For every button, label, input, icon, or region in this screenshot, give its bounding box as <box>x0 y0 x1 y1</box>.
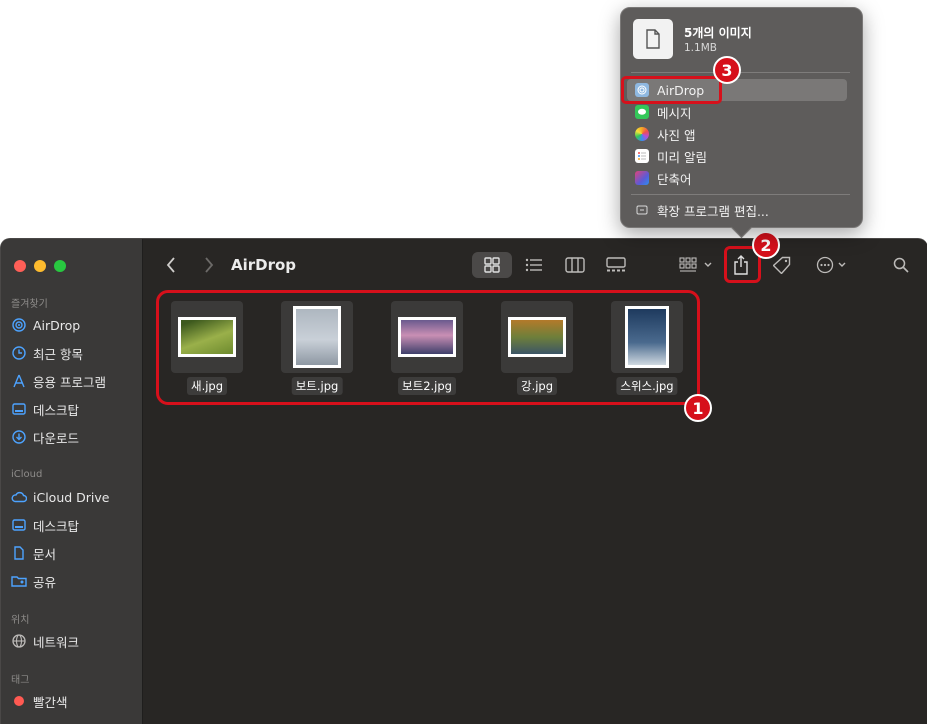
gallery-view-button[interactable] <box>605 254 627 276</box>
sidebar-item-label: iCloud Drive <box>33 489 110 505</box>
sidebar-item-applications[interactable]: 응용 프로그램 <box>11 370 106 392</box>
grid-icon <box>484 257 500 273</box>
sidebar-item-label: 다운로드 <box>33 430 80 446</box>
zoom-window-button[interactable] <box>54 260 66 272</box>
chevron-left-icon <box>166 257 175 273</box>
sidebar-item-icloud-desktop[interactable]: 데스크탑 <box>11 514 79 536</box>
shortcuts-icon <box>635 171 649 185</box>
list-view-button[interactable] <box>524 254 544 276</box>
menu-item-label: 확장 프로그램 편집... <box>657 203 769 219</box>
sidebar-item-desktop[interactable]: 데스크탑 <box>11 398 79 420</box>
menu-item-label: 메시지 <box>657 105 692 121</box>
download-icon <box>11 429 27 445</box>
sidebar-item-label: 응용 프로그램 <box>33 374 106 390</box>
window-controls <box>14 260 66 272</box>
sidebar-item-label: 네트워크 <box>33 634 80 650</box>
sidebar-item-label: 빨간색 <box>33 694 68 710</box>
chevron-right-icon <box>205 257 214 273</box>
minimize-window-button[interactable] <box>34 260 46 272</box>
sidebar-item-label: 문서 <box>33 546 57 562</box>
clock-icon <box>11 345 27 361</box>
menu-item-edit-extensions[interactable]: 확장 프로그램 편집... <box>627 199 847 221</box>
red-tag-dot-icon <box>11 693 27 709</box>
share-menu: 5개의 이미지 1.1MB AirDrop 메시지 사진 앱 미리 알림 단축어… <box>620 7 863 228</box>
sidebar-section-icloud: iCloud <box>11 469 43 480</box>
desktop-icon <box>11 401 27 417</box>
sidebar-item-label: 공유 <box>33 574 57 590</box>
sidebar-item-label: AirDrop <box>33 317 81 333</box>
extensions-icon <box>635 203 649 217</box>
menu-item-photos[interactable]: 사진 앱 <box>627 123 847 145</box>
desktop-icon <box>11 517 27 533</box>
list-icon <box>525 258 542 272</box>
share-menu-size: 1.1MB <box>684 42 717 54</box>
menu-item-reminders[interactable]: 미리 알림 <box>627 145 847 167</box>
chevron-down-icon <box>704 262 711 267</box>
menu-item-label: 사진 앱 <box>657 127 696 143</box>
close-window-button[interactable] <box>14 260 26 272</box>
sidebar-item-tag-red[interactable]: 빨간색 <box>11 690 68 712</box>
window-title: AirDrop <box>231 256 297 274</box>
annotation-badge: 3 <box>713 56 741 84</box>
column-view-button[interactable] <box>564 254 586 276</box>
sidebar-section-tags: 태그 <box>11 675 30 686</box>
photos-icon <box>635 127 649 141</box>
sidebar-item-network[interactable]: 네트워크 <box>11 630 79 652</box>
sidebar-item-documents[interactable]: 문서 <box>11 542 56 564</box>
menu-item-label: 단축어 <box>657 171 692 187</box>
sidebar-item-label: 최근 항목 <box>33 346 83 362</box>
sidebar-item-label: 데스크탑 <box>33 402 80 418</box>
more-actions-button[interactable] <box>813 254 849 276</box>
sidebar-section-favorites: 즐겨찾기 <box>11 299 48 310</box>
sidebar: 즐겨찾기 AirDrop 최근 항목 응용 프로그램 데스크탑 다운로드 iCl… <box>1 239 143 724</box>
chevron-down-icon <box>838 262 846 267</box>
airdrop-icon <box>11 317 27 333</box>
search-icon <box>893 257 909 273</box>
sidebar-item-airdrop[interactable]: AirDrop <box>11 314 80 336</box>
network-icon <box>11 633 27 649</box>
annotation-badge: 1 <box>684 394 712 422</box>
annotation-badge: 2 <box>752 231 780 259</box>
annotation-box-files <box>156 290 700 405</box>
menu-item-messages[interactable]: 메시지 <box>627 101 847 123</box>
columns-icon <box>565 257 585 273</box>
sidebar-item-downloads[interactable]: 다운로드 <box>11 426 79 448</box>
shared-folder-icon <box>11 573 27 589</box>
menu-item-shortcuts[interactable]: 단축어 <box>627 167 847 189</box>
document-icon <box>11 545 27 561</box>
forward-button[interactable] <box>201 254 217 276</box>
group-grid-icon <box>678 257 697 272</box>
gallery-icon <box>606 257 626 272</box>
sidebar-item-shared[interactable]: 공유 <box>11 570 56 592</box>
icon-view-button[interactable] <box>472 252 512 278</box>
sidebar-section-locations: 위치 <box>11 615 30 626</box>
toolbar: AirDrop <box>143 239 927 291</box>
cloud-icon <box>11 489 27 505</box>
tag-button[interactable] <box>771 254 793 276</box>
messages-icon <box>635 105 649 119</box>
tag-icon <box>773 256 791 274</box>
sidebar-item-icloud-drive[interactable]: iCloud Drive <box>11 486 109 508</box>
menu-divider <box>631 194 850 195</box>
share-menu-title: 5개의 이미지 <box>684 26 752 40</box>
applications-icon <box>11 373 27 389</box>
document-icon <box>633 19 673 59</box>
search-button[interactable] <box>891 254 911 276</box>
menu-item-label: 미리 알림 <box>657 149 707 165</box>
back-button[interactable] <box>163 254 179 276</box>
reminders-icon <box>635 149 649 163</box>
ellipsis-circle-icon <box>816 256 834 274</box>
group-by-button[interactable] <box>676 254 714 276</box>
sidebar-item-recents[interactable]: 최근 항목 <box>11 342 83 364</box>
sidebar-item-label: 데스크탑 <box>33 518 80 534</box>
annotation-box-airdrop <box>621 76 722 104</box>
